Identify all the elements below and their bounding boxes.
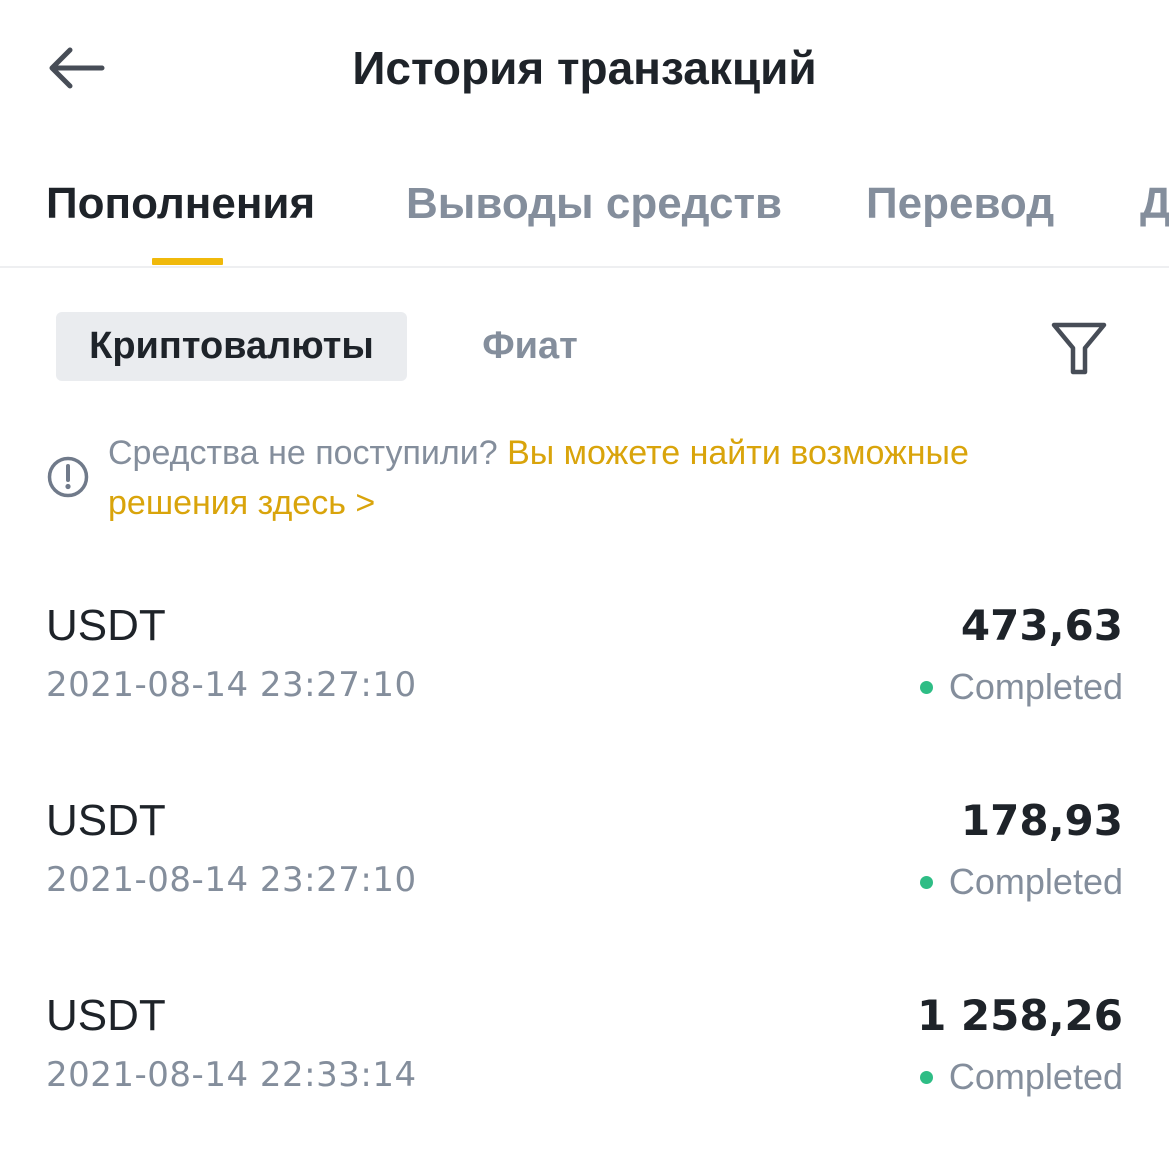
transaction-time: 2021-08-14 22:33:14 bbox=[46, 1055, 417, 1095]
tab-bar: Пополнения Выводы средств Перевод Д bbox=[0, 160, 1169, 268]
status-label: Completed bbox=[948, 861, 1123, 902]
transaction-history-screen: История транзакций Пополнения Выводы сре… bbox=[0, 0, 1169, 1166]
status-label: Completed bbox=[948, 1056, 1123, 1097]
page-title: История транзакций bbox=[352, 42, 817, 94]
deposit-notice: Средства не поступили? Вы можете найти в… bbox=[108, 428, 1068, 528]
transaction-amount: 473,63 bbox=[960, 601, 1123, 650]
transaction-amount: 1 258,26 bbox=[917, 991, 1123, 1040]
transaction-row[interactable]: USDT 2021-08-14 23:27:10 473,63 Complete… bbox=[0, 598, 1169, 738]
transaction-time: 2021-08-14 23:27:10 bbox=[46, 665, 417, 705]
filter-button[interactable] bbox=[1044, 314, 1114, 384]
exclamation-circle-icon bbox=[47, 456, 89, 498]
tab-more[interactable]: Д bbox=[1140, 174, 1169, 234]
tab-withdrawals[interactable]: Выводы средств bbox=[406, 174, 782, 234]
tab-transfer[interactable]: Перевод bbox=[866, 174, 1054, 234]
funnel-icon bbox=[1051, 322, 1107, 375]
transaction-time: 2021-08-14 23:27:10 bbox=[46, 860, 417, 900]
notice-text: Средства не поступили? bbox=[108, 434, 508, 472]
transaction-asset: USDT bbox=[46, 796, 166, 845]
transaction-asset: USDT bbox=[46, 991, 166, 1040]
status-dot-icon bbox=[919, 1070, 933, 1084]
active-tab-indicator bbox=[152, 258, 223, 265]
segment-fiat[interactable]: Фиат bbox=[450, 312, 610, 381]
transaction-asset: USDT bbox=[46, 601, 166, 650]
transaction-row[interactable]: USDT 2021-08-14 22:33:14 1 258,26 Comple… bbox=[0, 988, 1169, 1128]
status-dot-icon bbox=[919, 875, 933, 889]
transaction-amount: 178,93 bbox=[960, 796, 1123, 845]
transaction-status: Completed bbox=[919, 662, 1123, 712]
segment-crypto[interactable]: Криптовалюты bbox=[56, 312, 407, 381]
status-label: Completed bbox=[948, 666, 1123, 707]
transaction-status: Completed bbox=[919, 1052, 1123, 1102]
tab-deposits[interactable]: Пополнения bbox=[46, 174, 315, 234]
transaction-status: Completed bbox=[919, 857, 1123, 907]
header: История транзакций bbox=[0, 0, 1169, 140]
status-dot-icon bbox=[919, 680, 933, 694]
transaction-row[interactable]: USDT 2021-08-14 23:27:10 178,93 Complete… bbox=[0, 793, 1169, 933]
